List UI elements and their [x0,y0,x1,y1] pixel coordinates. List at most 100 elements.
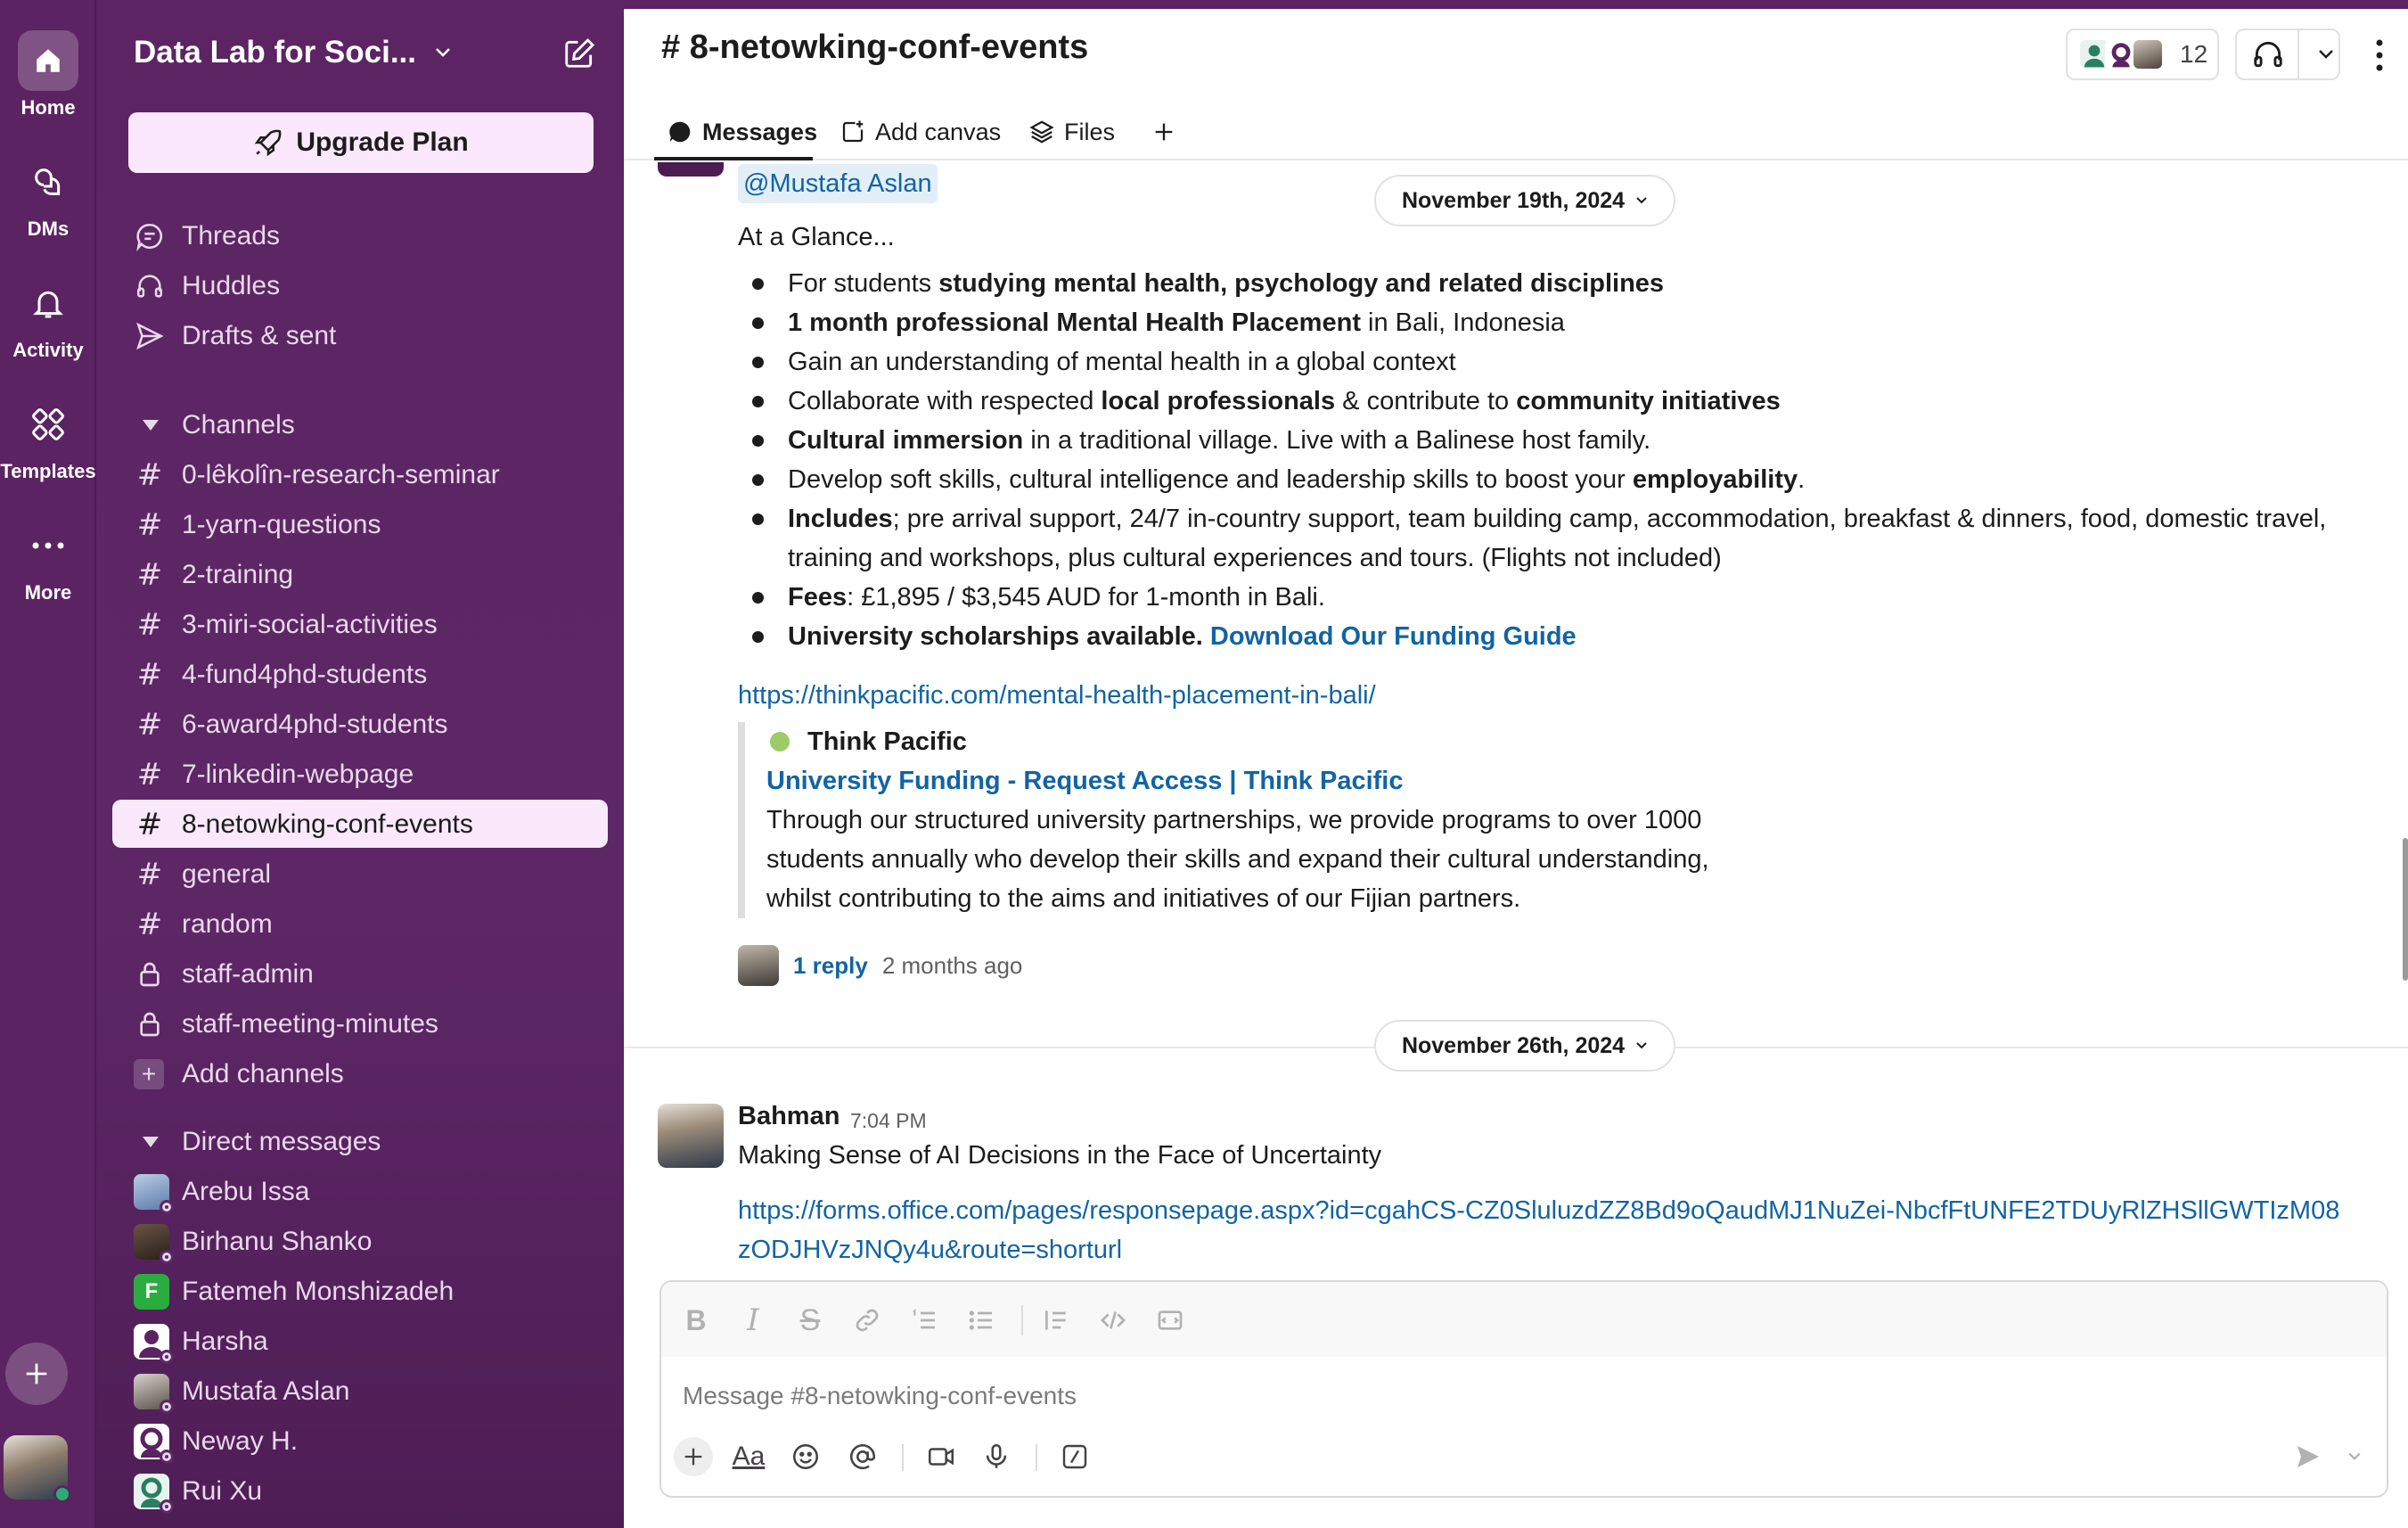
video-clip-button[interactable] [921,1437,961,1476]
schedule-send-button[interactable] [2335,1437,2374,1476]
shortcuts-button[interactable] [1055,1437,1094,1476]
sidebar-item-channel[interactable]: staff-meeting-minutes [134,1002,438,1047]
rail-label: More [24,581,72,604]
message-list: @Mustafa Aslan November 19th, 2024 At a … [624,162,2408,1273]
sidebar-item-channel[interactable]: # general [134,852,271,897]
bullet-text: employability [1632,465,1798,494]
sidebar-item-channel[interactable]: #3-miri-social-activities [134,603,438,647]
sidebar-item-dm[interactable]: Mustafa Aslan [134,1369,349,1414]
channel-name: random [182,909,273,939]
message-icon [669,121,691,143]
link-icon[interactable] [850,1303,884,1337]
user-mention[interactable]: @Mustafa Aslan [738,164,938,203]
funding-guide-link[interactable]: Download Our Funding Guide [1210,622,1577,651]
user-avatar[interactable] [4,1435,71,1503]
text-format-toggle[interactable]: Aa [729,1437,768,1476]
sidebar-item-dm[interactable]: Rui Xu [134,1469,262,1514]
sidebar-item-channel[interactable]: #0-lêkolîn-research-seminar [134,453,500,497]
date-label: November 26th, 2024 [1401,1032,1626,1058]
send-icon [2297,1446,2319,1467]
workspace-switcher[interactable]: Data Lab for Soci... [134,30,452,75]
scrollbar[interactable] [2403,838,2408,981]
sidebar-item-dm[interactable]: Neway H. [134,1419,298,1464]
sidebar-item-channel[interactable]: #2-training [134,553,293,597]
mention-button[interactable] [843,1437,882,1476]
dms-heading: Direct messages [182,1127,381,1156]
channels-heading: Channels [182,410,295,440]
sidebar-item-channel[interactable]: #1-yarn-questions [134,503,381,547]
message-link[interactable]: https://forms.office.com/pages/responsep… [738,1191,2342,1269]
bullet-text: Cultural immersion [788,426,1024,455]
compose-button[interactable] [560,34,599,73]
send-button[interactable] [2289,1437,2328,1476]
add-tab-button[interactable] [1146,114,1182,150]
sidebar-item-dm[interactable]: Harsha [134,1319,268,1364]
message-author[interactable]: Bahman [738,1102,840,1131]
bell-icon [18,273,78,333]
thread-summary[interactable]: 1 reply 2 months ago [738,943,1022,988]
headphones-icon [2254,41,2282,68]
emoji-button[interactable] [786,1437,825,1476]
blockquote-icon[interactable] [1039,1303,1073,1337]
audio-clip-button[interactable] [977,1437,1016,1476]
sidebar-item-channel[interactable]: #7-linkedin-webpage [134,752,414,797]
sidebar-item-channel-active[interactable]: #8-netowking-conf-events [134,802,473,847]
sidebar-item-huddles[interactable]: Huddles [134,264,280,308]
code-icon[interactable] [1096,1303,1130,1337]
sidebar-item-channel[interactable]: # random [134,902,273,947]
sidebar-item-channel[interactable]: #6-award4phd-students [134,702,448,747]
attach-button[interactable] [674,1437,713,1476]
message-link[interactable]: https://thinkpacific.com/mental-health-p… [738,681,1376,711]
avatar[interactable] [658,1104,724,1168]
bullet-text: Develop soft skills, cultural intelligen… [788,465,1633,494]
rail-more[interactable]: More [0,515,96,604]
sidebar-item-drafts[interactable]: Drafts & sent [134,314,336,358]
italic-icon[interactable]: I [736,1302,770,1338]
hash-icon: # [136,657,163,693]
window-top-strip [624,0,2408,9]
sidebar-item-dm[interactable]: Arebu Issa [134,1170,309,1214]
huddle-button[interactable] [2235,29,2340,80]
chevron-down-icon [2348,1452,2361,1460]
rail-templates[interactable]: Templates [0,394,96,483]
thread-timestamp: 2 months ago [881,951,1023,979]
preview-title[interactable]: University Funding - Request Access | Th… [766,761,1736,801]
sidebar-item-channel[interactable]: #4-fund4phd-students [134,653,427,697]
bulleted-list-icon[interactable] [964,1303,998,1337]
date-divider-button[interactable]: November 26th, 2024 [1374,1020,1675,1072]
rail-label: DMs [27,218,70,240]
dms-section-toggle[interactable]: Direct messages [143,1120,381,1164]
message-timestamp[interactable]: 7:04 PM [850,1109,927,1133]
sidebar-item-channel[interactable]: staff-admin [134,952,314,997]
channel-options-button[interactable] [2369,37,2390,73]
members-button[interactable]: 12 [2066,29,2219,80]
rail-dms[interactable]: DMs [0,152,96,241]
plus-icon: + [134,1059,164,1089]
home-icon [18,30,78,91]
channel-name: 7-linkedin-webpage [182,760,414,789]
tab-files[interactable]: Files [1028,114,1115,150]
add-workspace-button[interactable] [5,1343,68,1405]
code-block-icon[interactable] [1153,1303,1187,1337]
thread-replies-link[interactable]: 1 reply [793,952,868,980]
message-input[interactable] [683,1376,2358,1416]
strikethrough-icon[interactable]: S [793,1303,827,1337]
tab-messages[interactable]: Messages [667,114,817,150]
sidebar-item-dm[interactable]: F Fatemeh Monshizadeh [134,1269,454,1314]
tab-add-canvas[interactable]: Add canvas [840,114,1001,150]
rail-home[interactable]: Home [0,30,96,119]
channel-title[interactable]: # 8-netowking-conf-events [661,29,1088,67]
upgrade-plan-button[interactable]: Upgrade Plan [128,112,594,173]
ordered-list-icon[interactable] [907,1303,941,1337]
hash-icon: # [136,757,163,793]
date-divider-button[interactable]: November 19th, 2024 [1374,175,1675,226]
bold-icon[interactable]: B [679,1303,713,1337]
sidebar-item-dm[interactable]: Birhanu Shanko [134,1220,373,1264]
think-pacific-logo [770,732,790,752]
presence-dot [160,1400,174,1414]
rail-activity[interactable]: Activity [0,273,96,362]
channels-section-toggle[interactable]: Channels [143,403,295,448]
add-channels-button[interactable]: + Add channels [134,1052,344,1097]
hash-icon: # [136,507,163,543]
sidebar-item-threads[interactable]: Threads [134,214,280,259]
